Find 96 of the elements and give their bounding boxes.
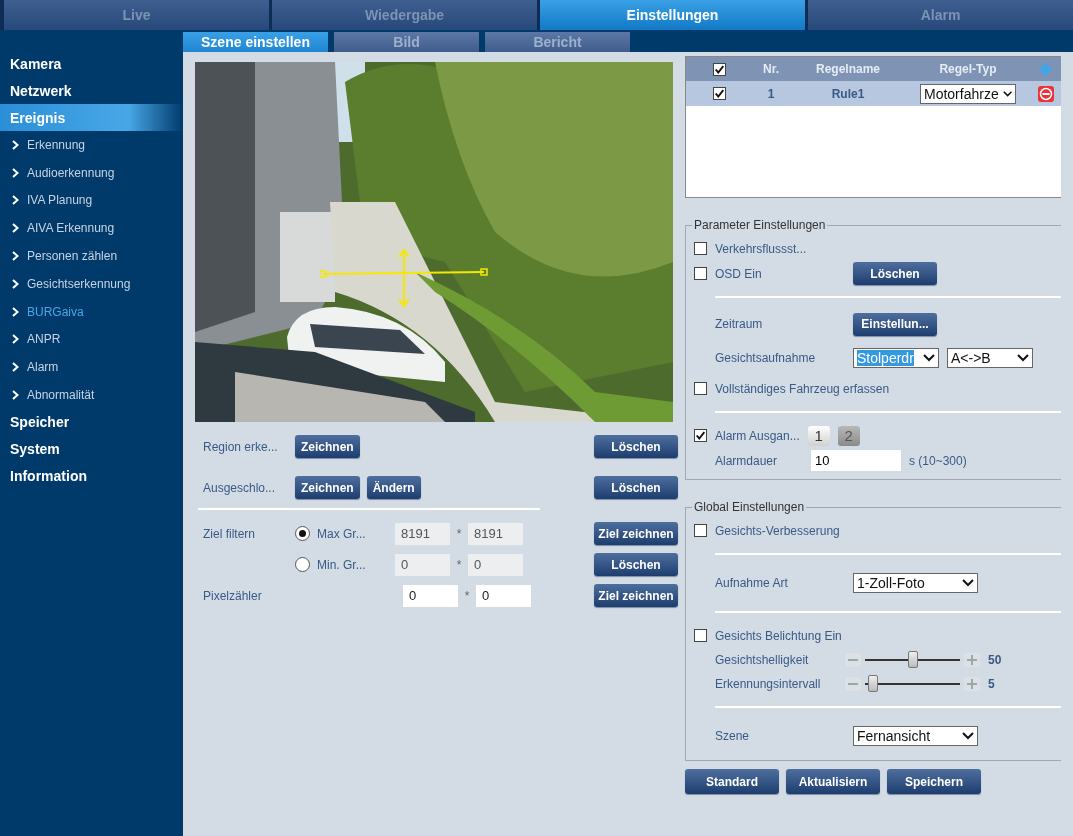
sidebar-subitem[interactable]: Gesichtserkennung [0,270,183,298]
checkbox[interactable] [694,524,707,537]
draw-button[interactable]: Zeichnen [295,435,360,458]
sidebar-item[interactable]: System [0,435,183,463]
column-header: Nr. [762,62,780,76]
chevron-right-icon [12,362,19,373]
sidebar-subitem[interactable]: BURGaiva [0,297,183,326]
checkbox[interactable] [712,62,726,76]
chevron-right-icon [12,251,19,262]
slider-value: 50 [988,653,1002,667]
sidebar-subitem[interactable]: Audioerkennung [0,158,183,187]
row-label: Ziel filtern [202,526,256,541]
chevron-right-icon [12,139,19,150]
chevron-down-icon [923,354,935,362]
chevron-right-icon [12,278,19,289]
section-title: Parameter Einstellungen [693,218,827,232]
draw-button[interactable]: Ändern [366,476,421,499]
field-label: Aufnahme Art [715,576,789,590]
tripwire-drawing[interactable] [320,248,488,310]
checkbox-label: Vollständiges Fahrzeug erfassen [715,381,890,396]
sidebar-subitem[interactable]: Alarm [0,353,183,382]
chevron-right-icon [12,195,19,206]
times-sign: * [455,526,463,541]
row-label: Ausgeschlo... [202,480,277,495]
slider[interactable] [845,674,980,694]
height-field[interactable]: 0 [476,584,531,607]
table-cell-text: 1 [766,86,776,101]
chevron-right-icon [12,390,19,401]
slider[interactable] [845,650,980,670]
checkbox-label: Gesichts Belichtung Ein [715,628,842,643]
sidebar-subitem[interactable]: Abnormalität [0,381,183,409]
column-header: Regel-Typ [938,62,998,76]
nav-tab[interactable]: Einstellungen [540,0,805,30]
checkbox[interactable] [694,242,707,255]
draw-button[interactable]: Zeichnen [295,476,360,499]
alarm-output-button[interactable]: 1 [807,425,830,446]
sidebar-subitem[interactable]: Personen zählen [0,242,183,270]
checkbox[interactable] [694,429,707,442]
dropdown[interactable]: A<->B [947,348,1033,368]
chevron-right-icon [12,306,19,317]
checkbox[interactable] [694,629,707,642]
sidebar-item[interactable]: Kamera [0,50,183,77]
clear-button[interactable]: Löschen [594,476,678,499]
field-label: Alarmdauer [715,453,779,468]
remove-icon[interactable] [1037,85,1054,102]
chevron-right-icon [12,167,19,178]
sidebar-item[interactable]: Speicher [0,408,183,436]
option-label: Max Gr... [317,526,366,541]
checkbox[interactable] [712,87,726,100]
checkbox-label: Gesichts-Verbesserung [715,523,840,538]
chevron-down-icon [962,732,974,740]
checkbox-label: OSD Ein [715,266,763,281]
table-cell-text: Rule1 [830,86,866,101]
clear-button[interactable]: Löschen [594,435,678,458]
sidebar-subitem[interactable]: IVA Planung [0,186,183,215]
row-label: Region erke... [202,439,279,454]
checkbox-label: Verkehrsflussst... [715,241,807,256]
row-label: Pixelzähler [202,588,263,603]
action-button[interactable]: Aktualisiern [786,769,880,794]
slider-thumb[interactable] [907,651,918,668]
dropdown[interactable]: 1-Zoll-Foto [853,573,978,593]
slider-label: Erkennungsintervall [715,677,822,691]
checkbox[interactable] [694,382,707,395]
chevron-down-icon [1017,354,1029,362]
column-header: Regelname [815,62,881,76]
slider-thumb[interactable] [868,675,879,692]
checkbox-label: Alarm Ausgan... [715,428,800,443]
chevron-right-icon [12,223,19,234]
sidebar-item[interactable]: Netzwerk [0,77,183,104]
action-button[interactable]: Speichern [887,769,981,794]
chevron-down-icon [1002,89,1012,98]
chevron-down-icon [962,579,974,587]
sidebar-item[interactable]: Information [0,462,183,490]
slider-value: 5 [988,677,995,691]
field-label: Gesichtsaufnahme [715,351,817,365]
field-label: Zeitraum [715,317,764,331]
clear-button[interactable]: Löschen [853,262,937,285]
range-hint: s (10~300) [909,453,967,468]
dropdown[interactable]: Motorfahrze [920,83,1016,104]
duration-field[interactable]: 10 [811,450,901,471]
action-button[interactable]: Standard [685,769,779,794]
settings-button[interactable]: Einstellun... [853,312,937,336]
option-label: Min. Gr... [317,557,366,572]
chevron-right-icon [12,334,19,345]
times-sign: * [463,588,471,603]
checkbox[interactable] [694,267,707,280]
sidebar-subitem[interactable]: Erkennung [0,131,183,159]
field-label: Szene [715,729,751,743]
width-field[interactable]: 0 [403,584,458,607]
slider-label: Gesichtshelligkeit [715,653,810,667]
target-button[interactable]: Ziel zeichnen [594,584,678,607]
times-sign: * [455,557,463,572]
sidebar-subitem[interactable]: ANPR [0,325,183,354]
dropdown[interactable]: Fernansicht [853,726,978,746]
sidebar-subitem[interactable]: AIVA Erkennung [0,214,183,243]
section-title: Global Einstellungen [693,500,806,514]
